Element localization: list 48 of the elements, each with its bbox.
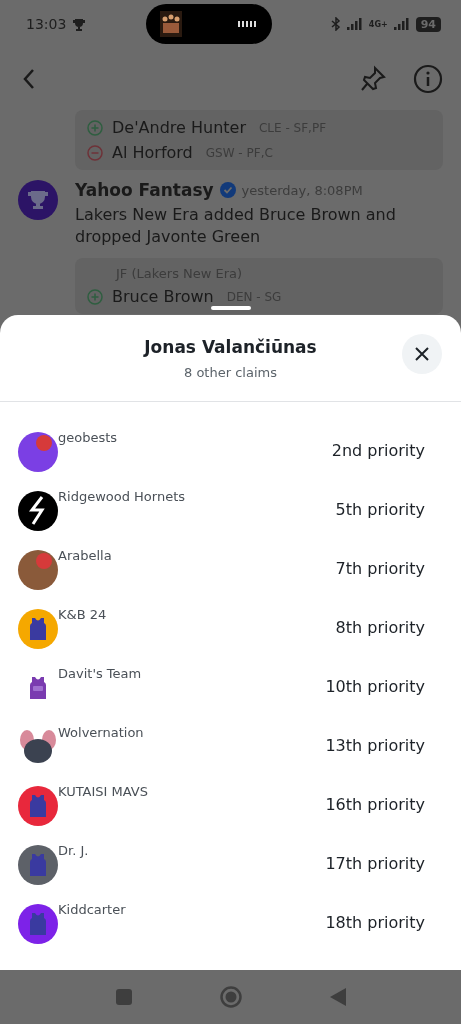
claim-priority: 2nd priority	[331, 441, 425, 460]
claim-priority: 5th priority	[335, 500, 425, 519]
claim-priority: 13th priority	[325, 736, 425, 755]
team-name: Davit's Team	[58, 666, 143, 681]
network-type: 4G+	[368, 19, 388, 29]
clock: 13:03	[26, 16, 67, 32]
claim-priority: 8th priority	[335, 618, 425, 637]
minus-circle-icon	[87, 144, 103, 161]
sheet-subtitle: 8 other claims	[184, 364, 277, 380]
message-text: Lakers New Era added Bruce Brown and dropped Javonte Green	[75, 204, 397, 248]
team-avatar	[18, 609, 58, 649]
team-avatar	[18, 491, 58, 531]
trophy-icon	[72, 17, 87, 31]
team-name: Arabella	[58, 548, 113, 563]
team-avatar	[18, 432, 58, 472]
waveform-icon	[237, 20, 258, 28]
close-icon[interactable]	[414, 346, 430, 362]
claim-priority: 18th priority	[325, 913, 425, 932]
sender-name: Yahoo Fantasy	[75, 180, 214, 200]
sheet-title: Jonas Valančiūnas	[144, 336, 317, 357]
team-avatar	[18, 550, 58, 590]
team-name: Dr. J.	[58, 843, 90, 858]
player-name: De'Andre Hunter	[112, 118, 246, 137]
bluetooth-icon	[330, 17, 341, 31]
team-name: Kiddcarter	[58, 902, 127, 917]
claim-priority: 16th priority	[325, 795, 425, 814]
team-avatar	[18, 845, 58, 885]
signal-icon	[393, 18, 410, 30]
album-art-icon	[159, 11, 182, 37]
team-name: KUTAISI MAVS	[58, 784, 149, 799]
team-avatar	[18, 786, 58, 826]
plus-circle-icon	[87, 288, 103, 305]
team-avatar	[18, 904, 58, 944]
signal-icon	[346, 18, 363, 30]
plus-circle-icon	[87, 119, 103, 136]
close-button[interactable]	[402, 334, 442, 374]
battery-level: 94	[415, 16, 441, 32]
team-name: K&B 24	[58, 607, 108, 622]
team-name: Ridgewood Hornets	[58, 489, 187, 504]
drag-handle[interactable]	[211, 306, 251, 310]
team-name: Wolvernation	[58, 725, 145, 740]
player-name: Bruce Brown	[112, 287, 214, 306]
player-name: Al Horford	[112, 143, 193, 162]
claim-priority: 10th priority	[325, 677, 425, 696]
team-name: geobests	[58, 430, 119, 445]
claim-priority: 17th priority	[325, 854, 425, 873]
claim-priority: 7th priority	[335, 559, 425, 578]
trophy-icon	[27, 190, 49, 210]
